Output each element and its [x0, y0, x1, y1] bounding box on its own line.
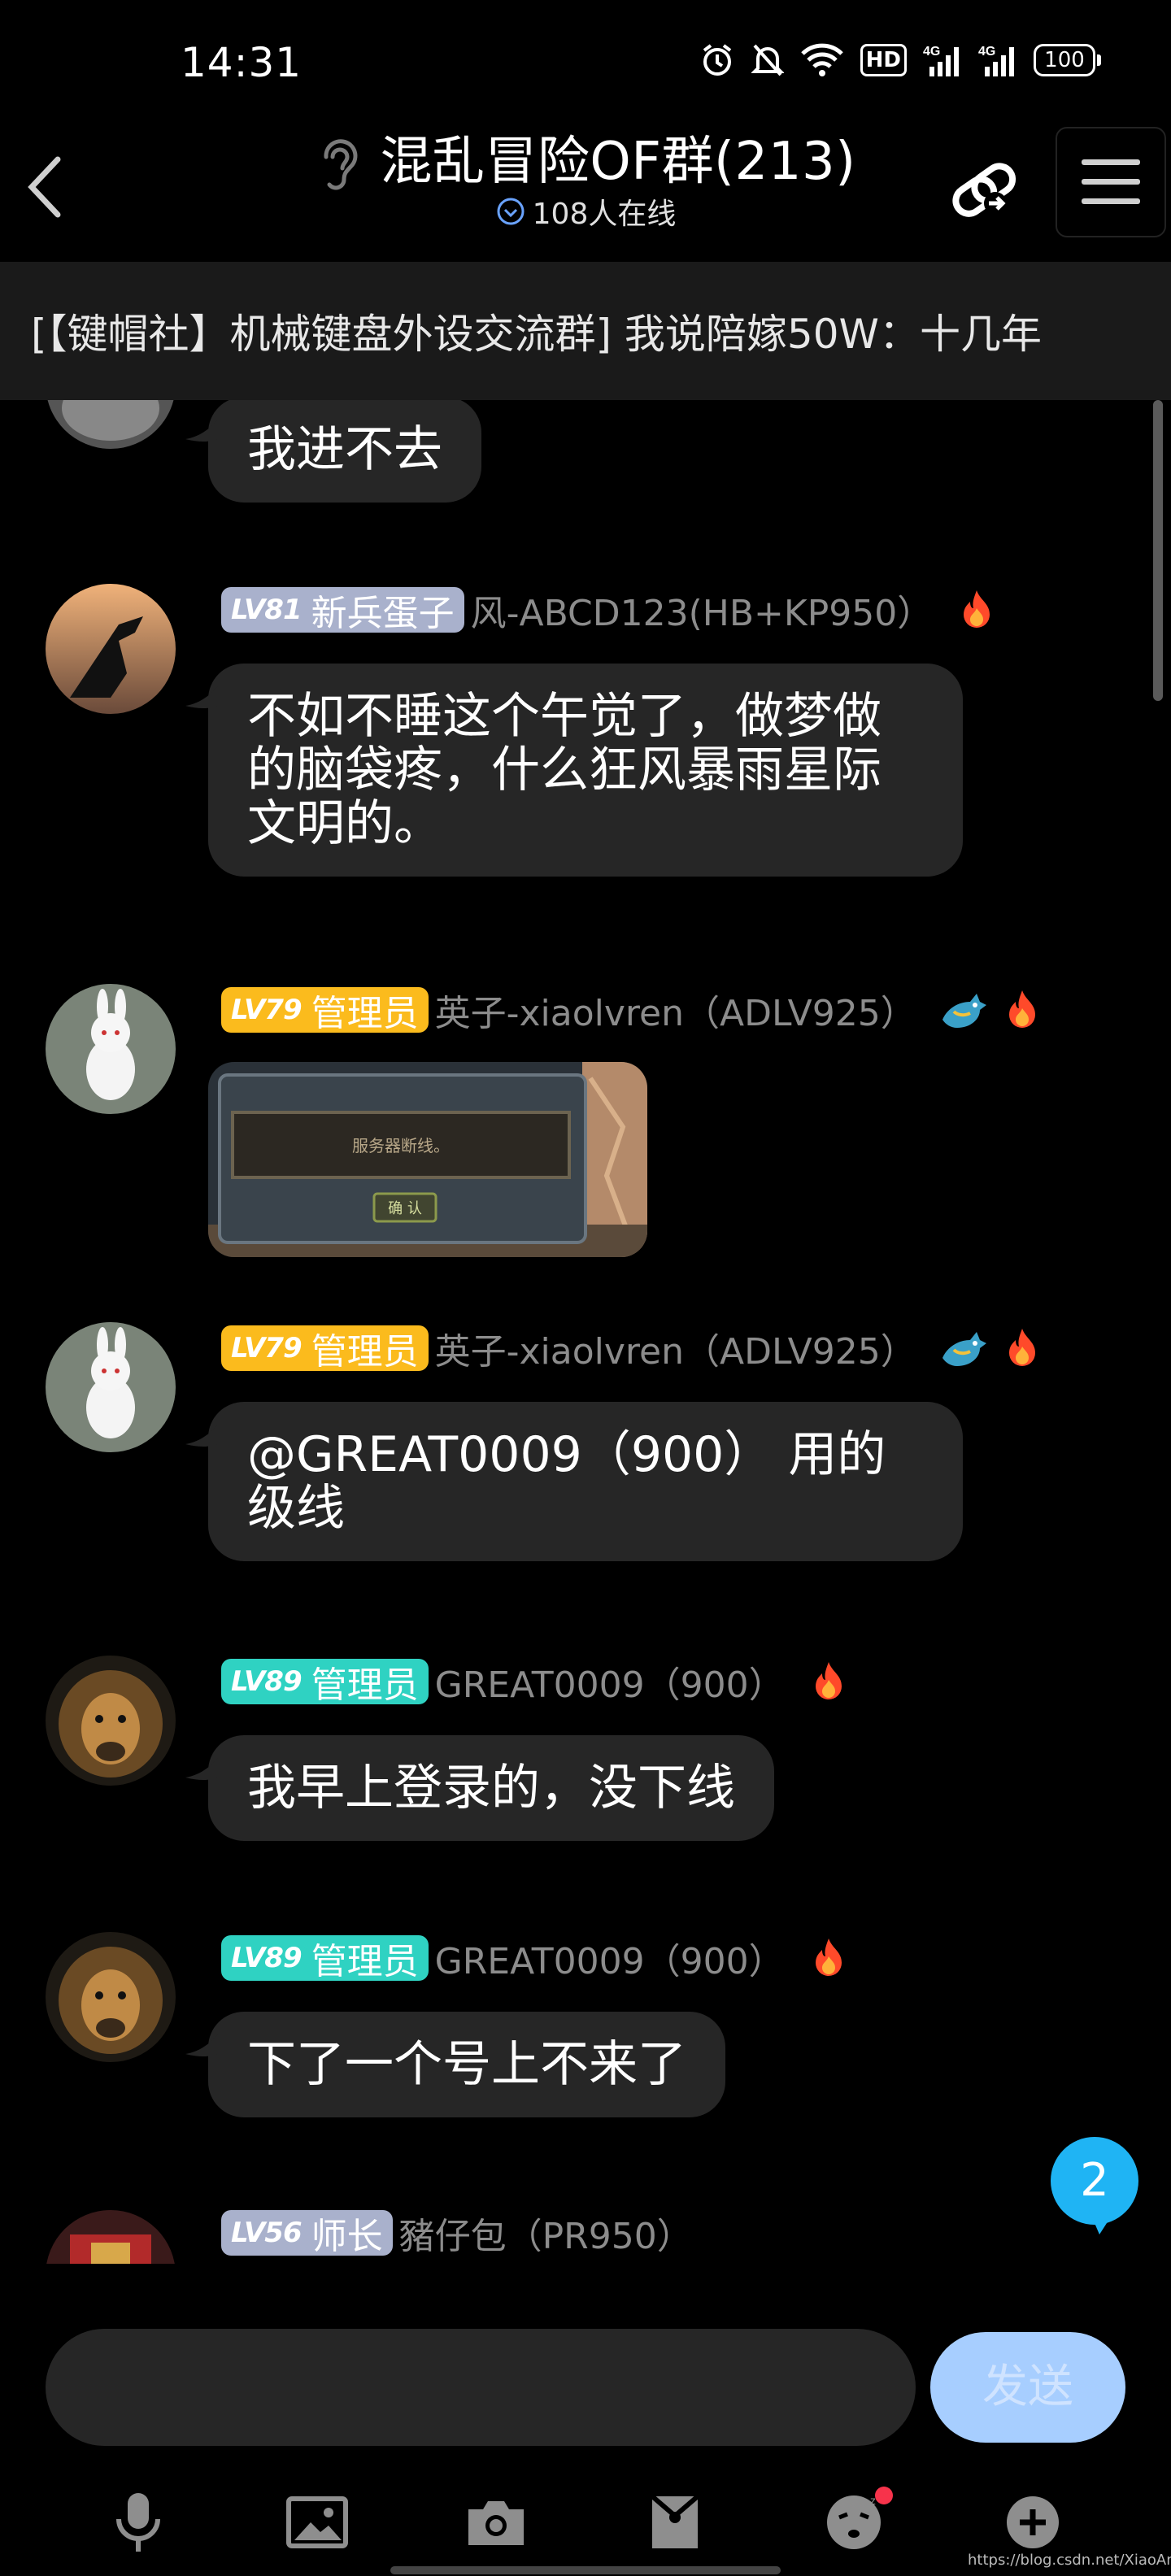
composer: 发送 [0, 2264, 1171, 2469]
level-badge: LV79 管理员 [221, 1325, 429, 1373]
level-badge: LV81 新兵蛋子 [221, 587, 464, 634]
plus-icon [1007, 2496, 1059, 2548]
emoji-icon: z [827, 2494, 881, 2549]
fire-icon [815, 1939, 842, 1976]
photo-button[interactable] [285, 2490, 350, 2555]
avatar[interactable] [46, 984, 176, 1114]
status-icons: HD 4G 4G 100 [699, 42, 1101, 78]
message-bubble[interactable]: 我进不去 [208, 400, 481, 503]
message-bubble[interactable]: 不如不睡这个午觉了，做梦做的脑袋疼，什么狂风暴雨星际文明的。 [208, 664, 963, 877]
sender-row: LV79 管理员 英子-xiaolvren（ADLV925） [221, 1322, 1045, 1374]
wifi-icon [800, 43, 843, 76]
more-button[interactable] [1000, 2490, 1065, 2555]
image-icon [286, 2496, 348, 2548]
dragon-icon [942, 1332, 986, 1366]
notification-dot [875, 2487, 893, 2504]
watermark: https://blog.csdn.net/XiaoAnGeGe [968, 2552, 1171, 2569]
sender-row: LV81 新兵蛋子 风-ABCD123(HB+KP950） [221, 584, 999, 636]
message-bubble[interactable]: 我早上登录的，没下线 [208, 1735, 774, 1841]
fire-icon [1008, 1329, 1035, 1366]
online-status-icon [497, 198, 525, 225]
microphone-icon [116, 2493, 160, 2552]
sender-row: LV89 管理员 GREAT0009（900） [221, 1932, 851, 1984]
sender-name[interactable]: 豬仔包（PR950） [399, 2207, 693, 2259]
level-badge: LV89 管理员 [221, 1935, 429, 1982]
fire-icon [815, 1662, 842, 1699]
scrollbar[interactable] [1153, 400, 1163, 701]
red-packet-icon [651, 2494, 699, 2548]
role-label: 师长 [311, 2216, 383, 2257]
clock: 14:31 [181, 39, 303, 86]
menu-button[interactable] [1056, 127, 1166, 237]
sender-row: LV56 师长 豬仔包（PR950） [221, 2207, 693, 2259]
sender-name[interactable]: 英子-xiaolvren（ADLV925） [435, 984, 916, 1036]
camera-button[interactable] [464, 2490, 529, 2555]
online-count: 108人在线 [532, 198, 677, 231]
svg-text:4G: 4G [923, 45, 940, 59]
status-bar: 14:31 HD 4G 4G 100 [0, 0, 1171, 122]
dragon-icon [942, 994, 986, 1028]
message-input[interactable] [46, 2329, 916, 2446]
fire-icon [964, 590, 990, 628]
image-message[interactable]: 服务器断线。 确 认 [208, 1062, 647, 1257]
back-button[interactable] [15, 146, 73, 228]
level-badge: LV56 师长 [221, 2210, 393, 2257]
avatar[interactable] [46, 1932, 176, 2062]
role-label: 管理员 [311, 1664, 419, 1706]
avatar[interactable] [46, 400, 176, 449]
role-label: 管理员 [311, 993, 419, 1034]
image-dialog-text: 服务器断线。 [352, 1136, 450, 1155]
mute-icon [751, 44, 784, 76]
share-link-button[interactable] [935, 146, 1033, 236]
fire-icon [1008, 990, 1035, 1028]
share-link-icon [952, 163, 1016, 217]
chat-header: 混乱冒险OF群(213) 108人在线 [0, 122, 1171, 260]
menu-icon [1082, 159, 1140, 204]
group-notice-banner[interactable]: [【键帽社】机械键盘外设交流群] 我说陪嫁50W：十几年 [0, 262, 1171, 400]
role-label: 管理员 [311, 1331, 419, 1373]
title-area[interactable]: 混乱冒险OF群(213) 108人在线 [268, 128, 903, 233]
role-label: 管理员 [311, 1941, 419, 1982]
sender-row: LV89 管理员 GREAT0009（900） [221, 1659, 851, 1706]
signal-icon-1: 4G [923, 45, 959, 76]
svg-text:4G: 4G [978, 45, 995, 59]
message-bubble[interactable]: @GREAT0009（900） 用的级线 [208, 1402, 963, 1561]
notice-text: [【键帽社】机械键盘外设交流群] 我说陪嫁50W：十几年 [31, 311, 1042, 358]
avatar[interactable] [46, 584, 176, 714]
ear-icon [324, 139, 358, 190]
red-packet-button[interactable] [642, 2490, 707, 2555]
battery-icon: 100 [1034, 44, 1101, 76]
avatar[interactable] [46, 2210, 176, 2264]
group-title: 混乱冒险OF群(213) [380, 132, 856, 192]
level-badge: LV89 管理员 [221, 1659, 429, 1706]
signal-icon-2: 4G [978, 45, 1014, 76]
battery-level: 100 [1034, 44, 1095, 76]
back-icon [28, 156, 61, 218]
sender-name[interactable]: 英子-xiaolvren（ADLV925） [435, 1322, 916, 1374]
camera-icon [468, 2501, 524, 2545]
sender-name[interactable]: GREAT0009（900） [435, 1932, 785, 1984]
avatar[interactable] [46, 1322, 176, 1452]
avatar[interactable] [46, 1656, 176, 1786]
emoji-button[interactable]: z [821, 2487, 893, 2555]
sender-name[interactable]: 风-ABCD123(HB+KP950） [471, 584, 934, 636]
hd-indicator: HD [860, 44, 907, 76]
voice-button[interactable] [106, 2490, 171, 2555]
level-badge: LV79 管理员 [221, 987, 429, 1034]
sender-row: LV79 管理员 英子-xiaolvren（ADLV925） [221, 984, 1045, 1036]
send-button[interactable]: 发送 [930, 2332, 1125, 2443]
image-dialog-button: 确 认 [388, 1200, 422, 1217]
home-indicator[interactable] [390, 2566, 781, 2574]
message-bubble[interactable]: 下了一个号上不来了 [208, 2012, 725, 2117]
sender-name[interactable]: GREAT0009（900） [435, 1656, 785, 1708]
message-list[interactable]: 我进不去 LV81 新兵蛋子 风-ABCD123(HB+KP950） 不如不睡这… [0, 400, 1171, 2264]
role-label: 新兵蛋子 [311, 593, 455, 634]
alarm-icon [703, 44, 731, 76]
